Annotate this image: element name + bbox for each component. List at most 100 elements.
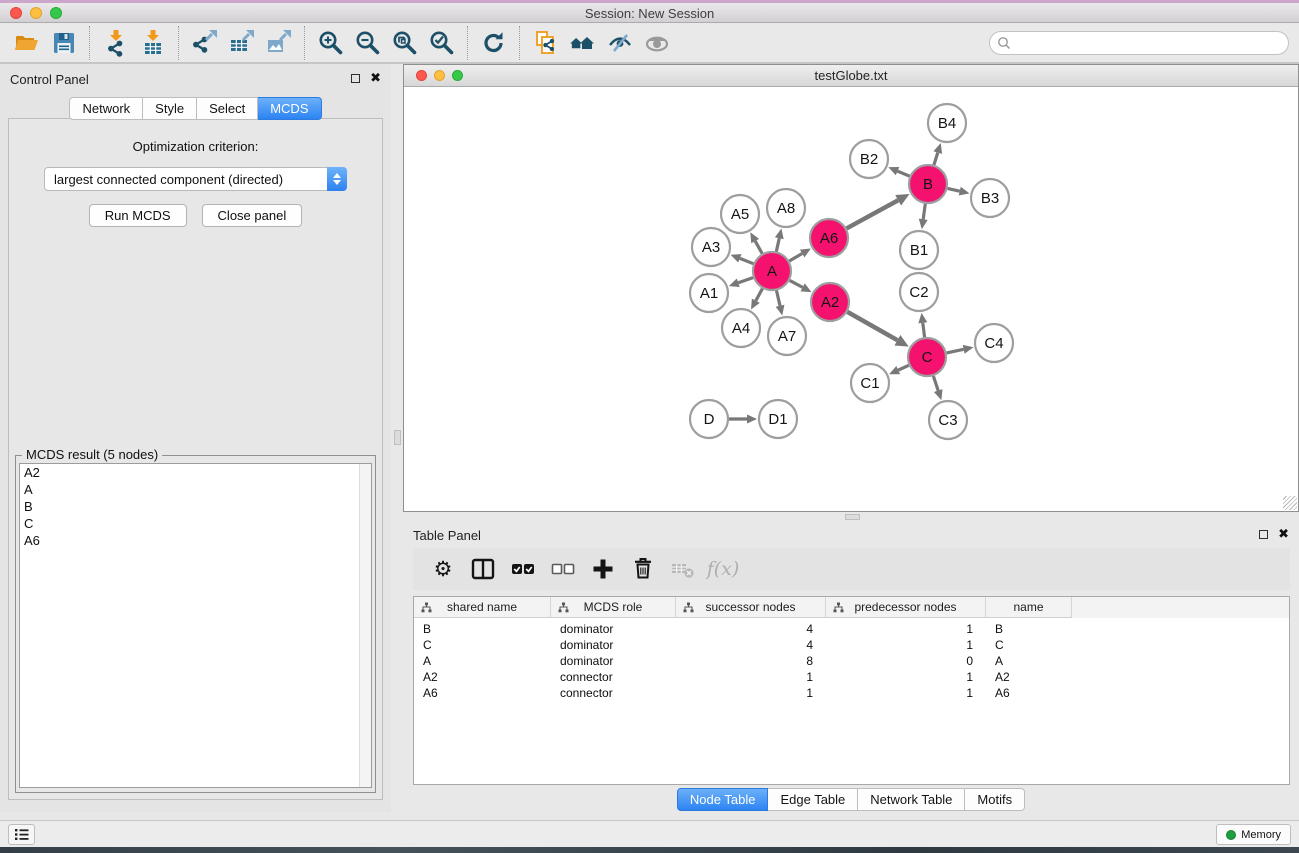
- tab-motifs[interactable]: Motifs: [965, 788, 1025, 811]
- graph-node-B3[interactable]: B3: [971, 179, 1009, 217]
- table-cell[interactable]: 4: [676, 638, 826, 652]
- close-table-panel-icon[interactable]: ✖: [1278, 528, 1289, 539]
- table-cell[interactable]: B: [414, 622, 551, 636]
- graph-node-B[interactable]: B: [909, 165, 947, 203]
- export-network-icon[interactable]: [186, 26, 223, 60]
- graph-node-A1[interactable]: A1: [690, 274, 728, 312]
- save-session-icon[interactable]: [45, 26, 82, 60]
- graph-edge-A-A5[interactable]: [750, 232, 762, 253]
- table-cell[interactable]: B: [986, 622, 1072, 636]
- graph-node-C[interactable]: C: [908, 338, 946, 376]
- graph-node-A3[interactable]: A3: [692, 228, 730, 266]
- graph-node-A[interactable]: A: [753, 252, 791, 290]
- table-row[interactable]: A6connector11A6: [414, 685, 1289, 701]
- zoom-in-icon[interactable]: [312, 26, 349, 60]
- graph-edge-B-B3[interactable]: [948, 187, 970, 196]
- graph-edge-A-A6[interactable]: [789, 249, 811, 261]
- graph-edge-C-C3[interactable]: [933, 376, 942, 400]
- table-cell[interactable]: 1: [676, 686, 826, 700]
- network-canvas[interactable]: B4B2BB3A5A8A6A3B1AA1C2A2A4A7C4CC1C3DD1: [404, 87, 1298, 511]
- graph-node-C3[interactable]: C3: [929, 401, 967, 439]
- table-cell[interactable]: A: [986, 654, 1072, 668]
- column-header-shared-name[interactable]: shared name: [414, 597, 551, 618]
- graph-node-A7[interactable]: A7: [768, 317, 806, 355]
- network-window-titlebar[interactable]: testGlobe.txt: [404, 65, 1298, 87]
- import-network-from-file-icon[interactable]: [97, 26, 134, 60]
- tab-network[interactable]: Network: [69, 97, 143, 120]
- add-column-icon[interactable]: [585, 552, 621, 586]
- mcds-result-item[interactable]: C: [20, 515, 371, 532]
- table-cell[interactable]: connector: [551, 670, 676, 684]
- resize-grip-icon[interactable]: [1283, 496, 1297, 510]
- table-cell[interactable]: 1: [826, 686, 986, 700]
- graph-edge-C-C2[interactable]: [918, 313, 927, 337]
- network-graph[interactable]: B4B2BB3A5A8A6A3B1AA1C2A2A4A7C4CC1C3DD1: [404, 87, 1298, 511]
- float-table-panel-icon[interactable]: [1259, 530, 1268, 539]
- table-cell[interactable]: 0: [826, 654, 986, 668]
- tab-network-table[interactable]: Network Table: [858, 788, 965, 811]
- show-columns-icon[interactable]: [465, 552, 501, 586]
- graph-edge-A-A1[interactable]: [729, 278, 753, 287]
- table-cell[interactable]: 1: [826, 638, 986, 652]
- table-cell[interactable]: 4: [676, 622, 826, 636]
- table-cell[interactable]: 8: [676, 654, 826, 668]
- table-cell[interactable]: dominator: [551, 622, 676, 636]
- table-cell[interactable]: A2: [414, 670, 551, 684]
- show-graphics-details-icon[interactable]: [638, 26, 675, 60]
- import-table-from-file-icon[interactable]: [134, 26, 171, 60]
- graph-node-A4[interactable]: A4: [722, 309, 760, 347]
- select-all-icon[interactable]: [505, 552, 541, 586]
- table-cell[interactable]: 1: [826, 622, 986, 636]
- table-settings-icon[interactable]: ⚙: [425, 552, 461, 586]
- graph-node-A2[interactable]: A2: [811, 283, 849, 321]
- graph-node-A6[interactable]: A6: [810, 219, 848, 257]
- graph-node-C2[interactable]: C2: [900, 273, 938, 311]
- graph-node-D[interactable]: D: [690, 400, 728, 438]
- graph-node-B1[interactable]: B1: [900, 231, 938, 269]
- table-cell[interactable]: connector: [551, 686, 676, 700]
- graph-node-B2[interactable]: B2: [850, 140, 888, 178]
- graph-edge-A2-C[interactable]: [847, 312, 908, 347]
- search-field[interactable]: [989, 31, 1289, 55]
- graph-edge-A-A3[interactable]: [731, 254, 754, 264]
- mcds-result-list[interactable]: A2ABCA6: [19, 463, 372, 788]
- graph-edge-B-B1[interactable]: [919, 204, 928, 229]
- table-cell[interactable]: C: [414, 638, 551, 652]
- graph-node-C4[interactable]: C4: [975, 324, 1013, 362]
- table-cell[interactable]: 1: [826, 670, 986, 684]
- zoom-out-icon[interactable]: [349, 26, 386, 60]
- table-cell[interactable]: A: [414, 654, 551, 668]
- table-cell[interactable]: C: [986, 638, 1072, 652]
- table-cell[interactable]: A6: [986, 686, 1072, 700]
- window-titlebar[interactable]: Session: New Session: [0, 3, 1299, 23]
- column-header-MCDS-role[interactable]: MCDS role: [551, 597, 676, 618]
- network-from-file-icon[interactable]: [527, 26, 564, 60]
- graph-edge-B-B4[interactable]: [933, 143, 942, 165]
- graph-edge-A6-B[interactable]: [847, 194, 910, 228]
- mcds-result-item[interactable]: B: [20, 498, 371, 515]
- table-row[interactable]: Cdominator41C: [414, 637, 1289, 653]
- tab-style[interactable]: Style: [143, 97, 197, 120]
- table-cell[interactable]: A2: [986, 670, 1072, 684]
- splitter-grip-vertical[interactable]: [394, 430, 401, 445]
- graph-node-B4[interactable]: B4: [928, 104, 966, 142]
- tab-edge-table[interactable]: Edge Table: [768, 788, 858, 811]
- graph-edge-C-C4[interactable]: [947, 345, 974, 354]
- dropdown-spinner-icon[interactable]: [327, 167, 347, 191]
- zoom-fit-content-icon[interactable]: [386, 26, 423, 60]
- search-input[interactable]: [1011, 33, 1288, 53]
- tab-node-table[interactable]: Node Table: [677, 788, 769, 811]
- apply-preferred-layout-icon[interactable]: [475, 26, 512, 60]
- memory-button[interactable]: Memory: [1216, 824, 1291, 845]
- mcds-result-item[interactable]: A2: [20, 464, 371, 481]
- graph-node-D1[interactable]: D1: [759, 400, 797, 438]
- table-row[interactable]: Adominator80A: [414, 653, 1289, 669]
- mcds-result-item[interactable]: A: [20, 481, 371, 498]
- column-header-name[interactable]: name: [986, 597, 1072, 618]
- optimization-criterion-dropdown[interactable]: largest connected component (directed): [44, 167, 347, 191]
- deselect-all-icon[interactable]: [545, 552, 581, 586]
- graph-edge-A-A4[interactable]: [751, 289, 762, 310]
- column-header-predecessor-nodes[interactable]: predecessor nodes: [826, 597, 986, 618]
- graph-edge-D-D1[interactable]: [729, 415, 757, 424]
- open-session-icon[interactable]: [8, 26, 45, 60]
